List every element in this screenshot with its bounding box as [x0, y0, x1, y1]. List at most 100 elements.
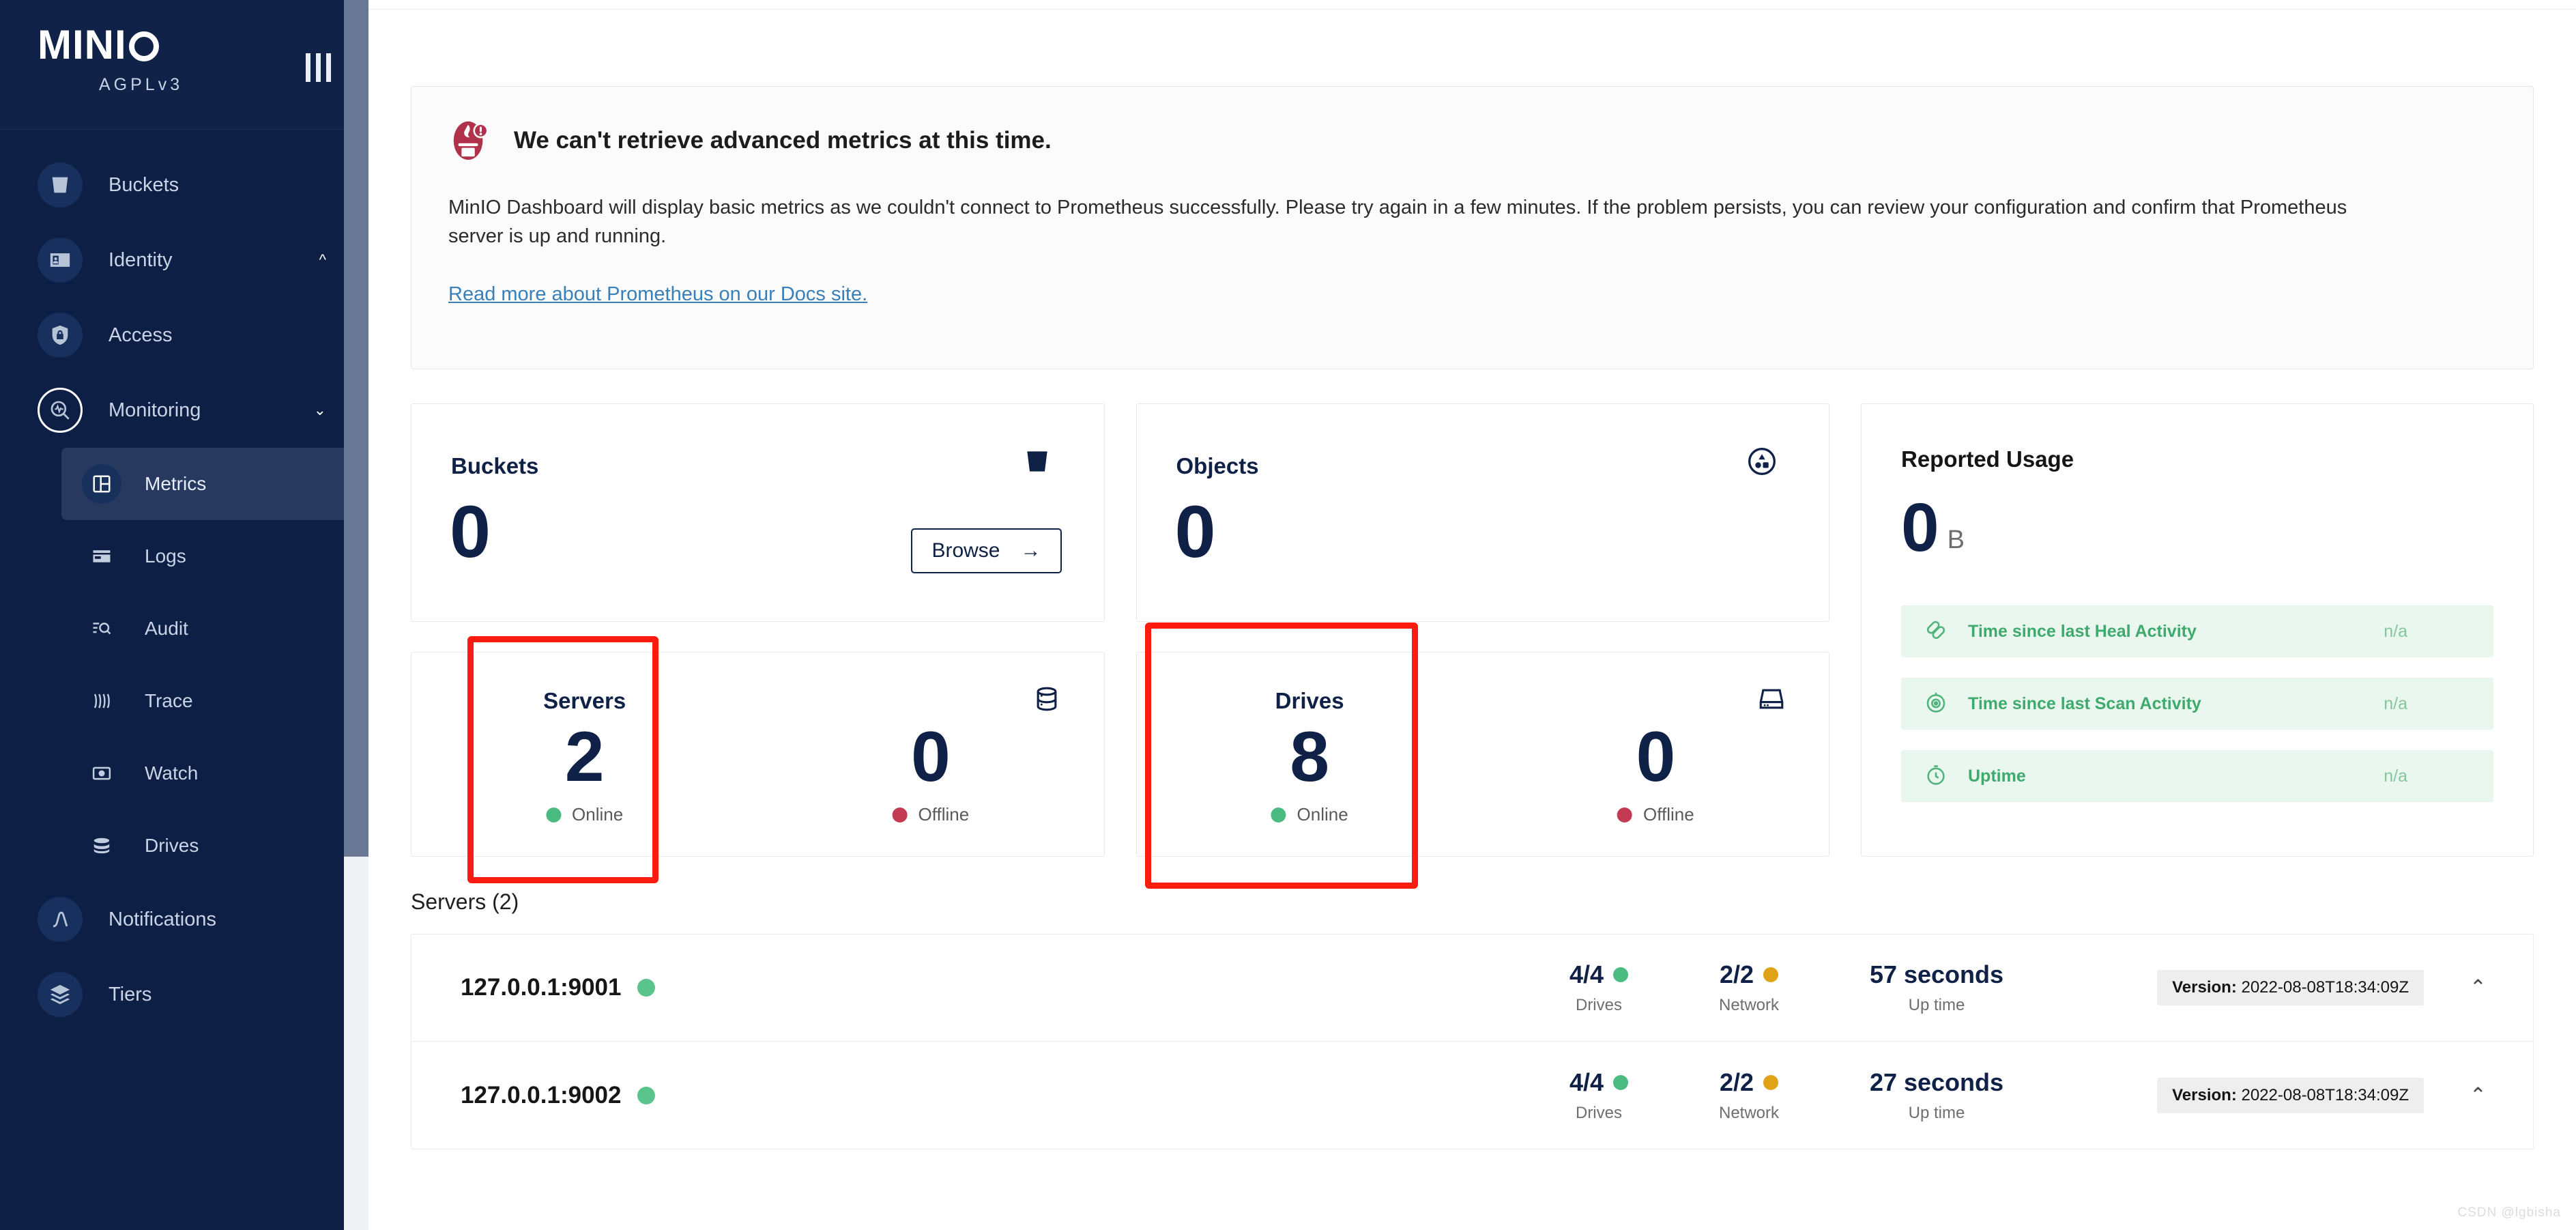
servers-card-title: Servers — [543, 688, 626, 713]
minio-console-window: MINI AGPLv3 Buckets Identity ^ Access Mo… — [0, 0, 2576, 1230]
sidebar-item-label: Metrics — [145, 473, 207, 494]
reported-usage-rows: Time since last Heal Activity n/a Time s… — [1901, 605, 2493, 802]
status-dot-offline — [1617, 807, 1633, 823]
sidebar-item-drives[interactable]: Drives — [61, 810, 352, 882]
sidebar: MINI AGPLv3 Buckets Identity ^ Access Mo… — [0, 0, 368, 1230]
main-content: We can't retrieve advanced metrics at th… — [368, 0, 2576, 1230]
sidebar-item-tiers[interactable]: Tiers — [0, 957, 368, 1032]
dashboard-grid-icon — [82, 464, 121, 504]
browse-button-label: Browse — [931, 539, 1000, 562]
minio-logo: MINI — [38, 25, 159, 66]
table-row[interactable]: 127.0.0.1:9002 4/4 Drives 2/2 Network 27… — [411, 1042, 2533, 1149]
server-version-label: Version: — [2172, 978, 2237, 997]
status-dot-online — [1613, 1074, 1629, 1090]
drives-stack-icon — [82, 826, 121, 866]
server-network-label: Network — [1718, 996, 1780, 1014]
license-label: AGPLv3 — [99, 75, 184, 94]
servers-online-half: Servers 2 Online — [411, 653, 757, 856]
sidebar-scrollbar-thumb[interactable] — [344, 0, 368, 857]
watermark-text: CSDN @lgbisha — [2457, 1205, 2561, 1220]
usage-row-label: Time since last Scan Activity — [1968, 693, 2201, 713]
sidebar-item-monitoring[interactable]: Monitoring ⌄ — [0, 373, 368, 448]
server-uptime-value: 57 seconds — [1869, 960, 2004, 988]
stat-cards-left: Buckets 0 Browse → Objects 0 Servers 2 O… — [411, 403, 1829, 857]
audit-search-icon — [82, 609, 121, 648]
server-network-metric: 2/2 Network — [1674, 1068, 1824, 1123]
servers-drives-row: Servers 2 Online 0 Offline Drives 8 Onli… — [411, 652, 1829, 857]
sidebar-item-label: Notifications — [108, 908, 216, 930]
hamburger-bar — [306, 53, 310, 82]
alert-body-text: MinIO Dashboard will display basic metri… — [448, 197, 2347, 248]
sidebar-item-label: Monitoring — [108, 399, 201, 421]
watch-eye-icon — [82, 754, 121, 793]
server-host-name: 127.0.0.1:9001 — [461, 974, 622, 1001]
sidebar-item-buckets[interactable]: Buckets — [0, 147, 368, 223]
sidebar-item-label: Tiers — [108, 983, 152, 1005]
sidebar-item-watch[interactable]: Watch — [61, 737, 352, 810]
server-drives-metric: 4/4 Drives — [1524, 1068, 1674, 1123]
server-network-value-row: 2/2 — [1674, 960, 1824, 989]
heal-icon — [1924, 618, 1948, 645]
sidebar-item-identity[interactable]: Identity ^ — [0, 223, 368, 298]
sidebar-item-label: Audit — [145, 618, 188, 639]
layers-icon — [38, 972, 83, 1017]
minio-logo-i: I — [114, 22, 127, 68]
server-network-label: Network — [1718, 1103, 1780, 1122]
drives-offline-status: Offline — [1617, 804, 1694, 825]
row-collapse-toggle[interactable]: ⌃ — [2470, 976, 2487, 1000]
drives-card: Drives 8 Online 0 Offline — [1135, 652, 1829, 857]
server-drives-label: Drives — [1575, 996, 1622, 1014]
sidebar-item-audit[interactable]: Audit — [61, 592, 352, 665]
server-drives-value-row: 4/4 — [1524, 960, 1674, 989]
sidebar-scrollbar-track[interactable] — [344, 0, 368, 1230]
usage-row-value: n/a — [2384, 621, 2407, 641]
hard-drive-icon — [1756, 684, 1786, 717]
sidebar-item-trace[interactable]: Trace — [61, 665, 352, 737]
usage-row-value: n/a — [2384, 766, 2407, 786]
objects-card-value: 0 — [1174, 490, 1216, 573]
stat-cards-right: Reported Usage 0 B Time since last Heal … — [1861, 403, 2534, 857]
trace-icon — [82, 681, 121, 721]
sidebar-item-label: Trace — [145, 690, 193, 711]
status-dot-online — [637, 979, 656, 997]
alert-header: We can't retrieve advanced metrics at th… — [448, 119, 2496, 162]
hamburger-icon[interactable] — [306, 53, 331, 82]
reported-usage-amount: 0 B — [1901, 494, 2493, 562]
chevron-up-icon[interactable]: ^ — [319, 253, 326, 268]
buckets-card-title: Buckets — [451, 453, 539, 478]
status-dot-warning — [1763, 1074, 1779, 1090]
hamburger-bar — [316, 53, 321, 82]
drives-online-label: Online — [1297, 804, 1348, 825]
status-dot-offline — [892, 807, 908, 823]
sidebar-item-label: Identity — [108, 248, 173, 271]
server-metrics-group: 4/4 Drives 2/2 Network — [1524, 1068, 2049, 1123]
row-collapse-toggle[interactable]: ⌃ — [2470, 1083, 2487, 1107]
browse-button[interactable]: Browse → — [911, 528, 1062, 573]
top-strip — [368, 0, 2576, 10]
usage-row-label: Uptime — [1968, 766, 2026, 786]
minio-logo-o-ring — [128, 31, 159, 61]
drives-offline-label: Offline — [1643, 804, 1694, 825]
hamburger-bar — [326, 53, 331, 82]
reported-usage-unit: B — [1947, 526, 1965, 554]
prometheus-docs-link[interactable]: Read more about Prometheus on our Docs s… — [448, 283, 867, 306]
status-dot-online — [546, 807, 562, 823]
sidebar-item-logs[interactable]: Logs — [61, 520, 352, 592]
server-uptime-label: Up time — [1908, 1103, 1965, 1122]
buckets-card-value: 0 — [450, 490, 491, 573]
sidebar-item-notifications[interactable]: Notifications — [0, 882, 368, 957]
prometheus-icon — [448, 119, 491, 162]
chevron-down-icon[interactable]: ⌄ — [314, 403, 326, 418]
bucket-icon — [1022, 446, 1052, 480]
servers-offline-half: 0 Offline — [757, 653, 1103, 856]
server-uptime-label: Up time — [1908, 996, 1965, 1014]
server-uptime-value: 27 seconds — [1869, 1068, 2004, 1096]
prometheus-alert-banner: We can't retrieve advanced metrics at th… — [411, 86, 2534, 369]
objects-card-title: Objects — [1176, 453, 1259, 478]
sidebar-item-access[interactable]: Access — [0, 298, 368, 373]
server-drives-value: 4/4 — [1569, 1068, 1604, 1096]
sidebar-item-metrics[interactable]: Metrics — [61, 448, 352, 520]
servers-section-heading: Servers (2) — [411, 889, 519, 914]
server-network-value: 2/2 — [1719, 960, 1754, 988]
table-row[interactable]: 127.0.0.1:9001 4/4 Drives 2/2 Network 57… — [411, 934, 2533, 1042]
